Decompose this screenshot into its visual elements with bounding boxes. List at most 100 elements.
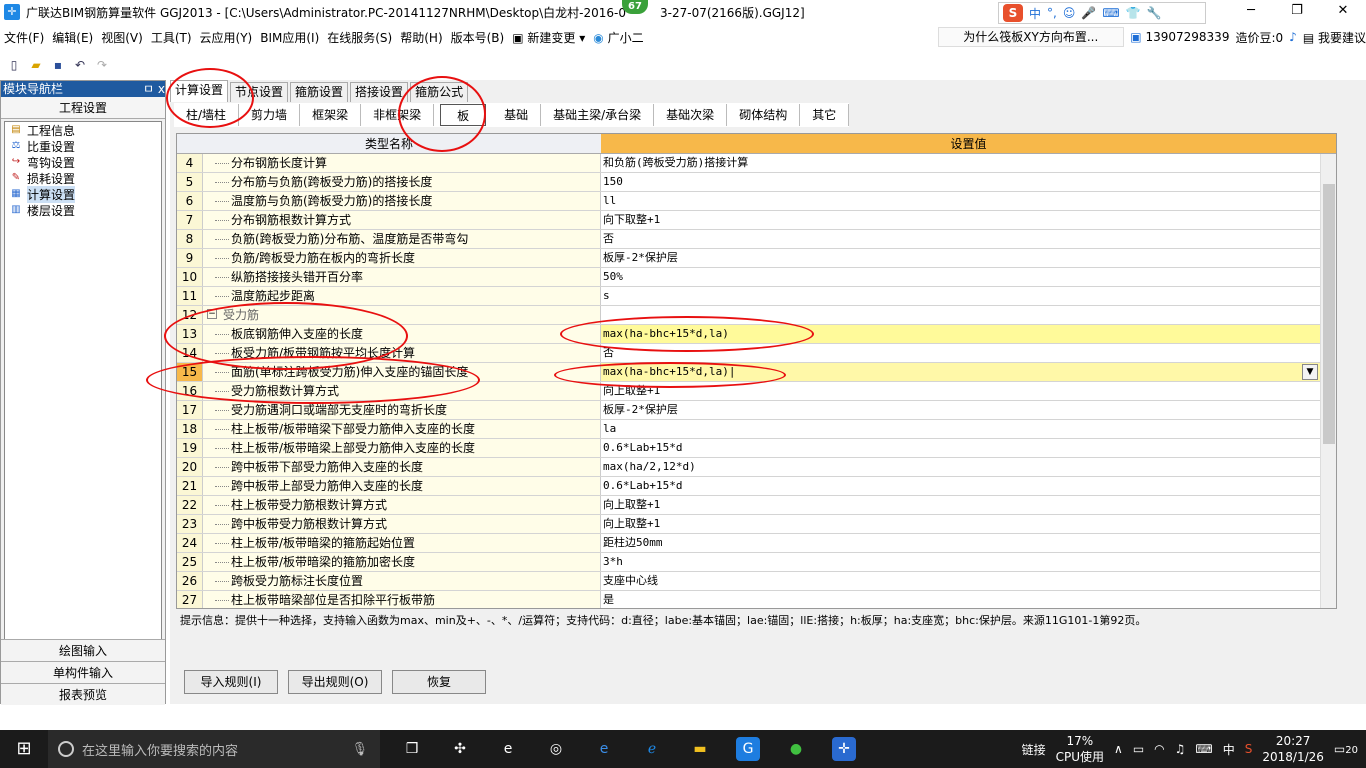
- taskbar-search[interactable]: 在这里输入你要搜索的内容 🎙: [48, 730, 380, 768]
- ime-toolbar[interactable]: S 中 °, ☺ 🎤 ⌨ 👕 🔧: [998, 2, 1206, 24]
- windows-start-icon[interactable]: ⊞: [0, 730, 48, 768]
- table-row[interactable]: 22 柱上板带受力筋根数计算方式 向上取整+1: [177, 496, 1336, 515]
- import-rules-button[interactable]: 导入规则(I): [184, 670, 278, 694]
- table-row[interactable]: 9 负筋/跨板受力筋在板内的弯折长度 板厚-2*保护层: [177, 249, 1336, 268]
- table-row[interactable]: 10 纵筋搭接接头错开百分率 50%: [177, 268, 1336, 287]
- restore-button[interactable]: 恢复: [392, 670, 486, 694]
- nav-drawing-input[interactable]: 绘图输入: [1, 639, 165, 661]
- row-value-cell[interactable]: 和负筋(跨板受力筋)搭接计算: [601, 154, 1336, 172]
- spiral-app-icon[interactable]: ◎: [544, 737, 568, 761]
- table-row[interactable]: 20 跨中板带下部受力筋伸入支座的长度 max(ha/2,12*d): [177, 458, 1336, 477]
- nav-item-floor[interactable]: ▥ 楼层设置: [5, 202, 161, 218]
- edge-browser-icon[interactable]: e: [592, 737, 616, 761]
- nav-item-density[interactable]: ⚖ 比重设置: [5, 138, 161, 154]
- row-value-cell[interactable]: 向下取整+1: [601, 211, 1336, 229]
- ie-blue-icon[interactable]: ℯ: [640, 737, 664, 761]
- menu-edit[interactable]: 编辑(E): [48, 29, 97, 46]
- row-value-cell[interactable]: 板厚-2*保护层: [601, 249, 1336, 267]
- cost-beans[interactable]: 造价豆:0: [1235, 29, 1283, 46]
- row-value-cell[interactable]: 150: [601, 173, 1336, 191]
- subtab-other[interactable]: 其它: [800, 104, 850, 126]
- row-value-cell[interactable]: 是: [601, 591, 1336, 608]
- ime-chinese-mode[interactable]: 中: [1029, 5, 1041, 22]
- subtab-frame-beam[interactable]: 框架梁: [300, 104, 362, 126]
- tray-link[interactable]: 链接: [1022, 741, 1046, 758]
- nav-single-component-input[interactable]: 单构件输入: [1, 661, 165, 683]
- volume-icon[interactable]: ♫: [1175, 742, 1186, 756]
- row-value-cell[interactable]: s: [601, 287, 1336, 305]
- clock[interactable]: 20:27 2018/1/26: [1262, 733, 1324, 765]
- ime-skin-icon[interactable]: 👕: [1126, 6, 1141, 20]
- grid-scrollbar[interactable]: [1320, 154, 1336, 608]
- green-app-icon[interactable]: ●: [784, 737, 808, 761]
- keyboard-icon[interactable]: ⌨: [1195, 742, 1212, 756]
- row-value-cell[interactable]: 3*h: [601, 553, 1336, 571]
- menu-online[interactable]: 在线服务(S): [323, 29, 396, 46]
- table-row[interactable]: 17 受力筋遇洞口或端部无支座时的弯折长度 板厚-2*保护层: [177, 401, 1336, 420]
- ime-punctuation-icon[interactable]: °,: [1047, 6, 1057, 20]
- subtab-foundation-main-beam[interactable]: 基础主梁/承台梁: [541, 104, 655, 126]
- ime-voice-icon[interactable]: 🎤: [1081, 6, 1096, 20]
- file-explorer-icon[interactable]: ▬: [688, 737, 712, 761]
- table-row[interactable]: 25 柱上板带/板带暗梁的箍筋加密长度 3*h: [177, 553, 1336, 572]
- ime-tools-icon[interactable]: 🔧: [1147, 6, 1162, 20]
- table-row[interactable]: 24 柱上板带/板带暗梁的箍筋起始位置 距柱边50mm: [177, 534, 1336, 553]
- ime-keyboard-icon[interactable]: ⌨: [1102, 6, 1119, 20]
- wifi-icon[interactable]: ◠: [1154, 742, 1164, 756]
- pinwheel-app-icon[interactable]: ✣: [448, 737, 472, 761]
- tray-ime[interactable]: 中: [1223, 741, 1235, 758]
- table-row[interactable]: 4 分布钢筋长度计算 和负筋(跨板受力筋)搭接计算: [177, 154, 1336, 173]
- ime-emoji-icon[interactable]: ☺: [1063, 6, 1076, 20]
- new-file-icon[interactable]: ▯: [6, 57, 22, 73]
- row-value-cell[interactable]: la: [601, 420, 1336, 438]
- nav-report-preview[interactable]: 报表预览: [1, 683, 165, 705]
- nav-section-project-settings[interactable]: 工程设置: [1, 97, 165, 119]
- table-row[interactable]: 18 柱上板带/板带暗梁下部受力筋伸入支座的长度 la: [177, 420, 1336, 439]
- menu-view[interactable]: 视图(V): [97, 29, 147, 46]
- redo-icon[interactable]: ↷: [94, 57, 110, 73]
- menu-version[interactable]: 版本号(B): [447, 29, 509, 46]
- minimize-icon[interactable]: ─: [1228, 0, 1274, 24]
- tray-expand-icon[interactable]: ∧: [1114, 742, 1123, 756]
- subtab-foundation[interactable]: 基础: [492, 104, 542, 126]
- row-value-cell[interactable]: 距柱边50mm: [601, 534, 1336, 552]
- row-value-cell[interactable]: 支座中心线: [601, 572, 1336, 590]
- bell-icon[interactable]: ♪: [1289, 30, 1297, 44]
- table-row[interactable]: 23 跨中板带受力筋根数计算方式 向上取整+1: [177, 515, 1336, 534]
- menu-new-change[interactable]: ▣ 新建变更 ▾: [508, 29, 589, 46]
- table-row[interactable]: 5 分布筋与负筋(跨板受力筋)的搭接长度 150: [177, 173, 1336, 192]
- row-value-cell[interactable]: 否: [601, 230, 1336, 248]
- table-row[interactable]: 8 负筋(跨板受力筋)分布筋、温度筋是否带弯勾 否: [177, 230, 1336, 249]
- battery-icon[interactable]: ▭: [1133, 742, 1144, 756]
- table-row[interactable]: 6 温度筋与负筋(跨板受力筋)的搭接长度 ll: [177, 192, 1336, 211]
- row-value-cell[interactable]: 板厚-2*保护层: [601, 401, 1336, 419]
- menu-assistant[interactable]: ◉ 广小二: [589, 29, 647, 46]
- pin-close-icon[interactable]: ㅁ x: [143, 81, 165, 97]
- open-folder-icon[interactable]: ▰: [28, 57, 44, 73]
- restore-icon[interactable]: ❐: [1274, 0, 1320, 24]
- menu-bim[interactable]: BIM应用(I): [256, 29, 323, 46]
- table-row[interactable]: 19 柱上板带/板带暗梁上部受力筋伸入支座的长度 0.6*Lab+15*d: [177, 439, 1336, 458]
- notification-icon[interactable]: ▭20: [1334, 742, 1358, 756]
- tab-lap-settings[interactable]: 搭接设置: [350, 82, 409, 102]
- table-row[interactable]: 26 跨板受力筋标注长度位置 支座中心线: [177, 572, 1336, 591]
- glodon-active-icon[interactable]: ✛: [832, 737, 856, 761]
- suggest-link[interactable]: ▤ 我要建议: [1303, 29, 1366, 46]
- microphone-icon[interactable]: 🎙: [351, 742, 368, 757]
- table-row[interactable]: 7 分布钢筋根数计算方式 向下取整+1: [177, 211, 1336, 230]
- menu-tools[interactable]: 工具(T): [147, 29, 196, 46]
- task-view-icon[interactable]: ❒: [400, 737, 424, 761]
- subtab-masonry[interactable]: 砌体结构: [727, 104, 801, 126]
- row-value-cell[interactable]: ll: [601, 192, 1336, 210]
- undo-icon[interactable]: ↶: [72, 57, 88, 73]
- user-account[interactable]: ▣ 13907298339: [1130, 30, 1229, 44]
- close-icon[interactable]: ✕: [1320, 0, 1366, 24]
- row-value-cell[interactable]: 向上取整+1: [601, 496, 1336, 514]
- menu-cloud[interactable]: 云应用(Y): [196, 29, 257, 46]
- row-value-cell[interactable]: max(ha/2,12*d): [601, 458, 1336, 476]
- table-row[interactable]: 21 跨中板带上部受力筋伸入支座的长度 0.6*Lab+15*d: [177, 477, 1336, 496]
- table-row[interactable]: 27 柱上板带暗梁部位是否扣除平行板带筋 是: [177, 591, 1336, 608]
- tip-ticker[interactable]: 为什么筏板XY方向布置...: [938, 27, 1125, 47]
- row-value-cell[interactable]: 50%: [601, 268, 1336, 286]
- save-icon[interactable]: ▪: [50, 57, 66, 73]
